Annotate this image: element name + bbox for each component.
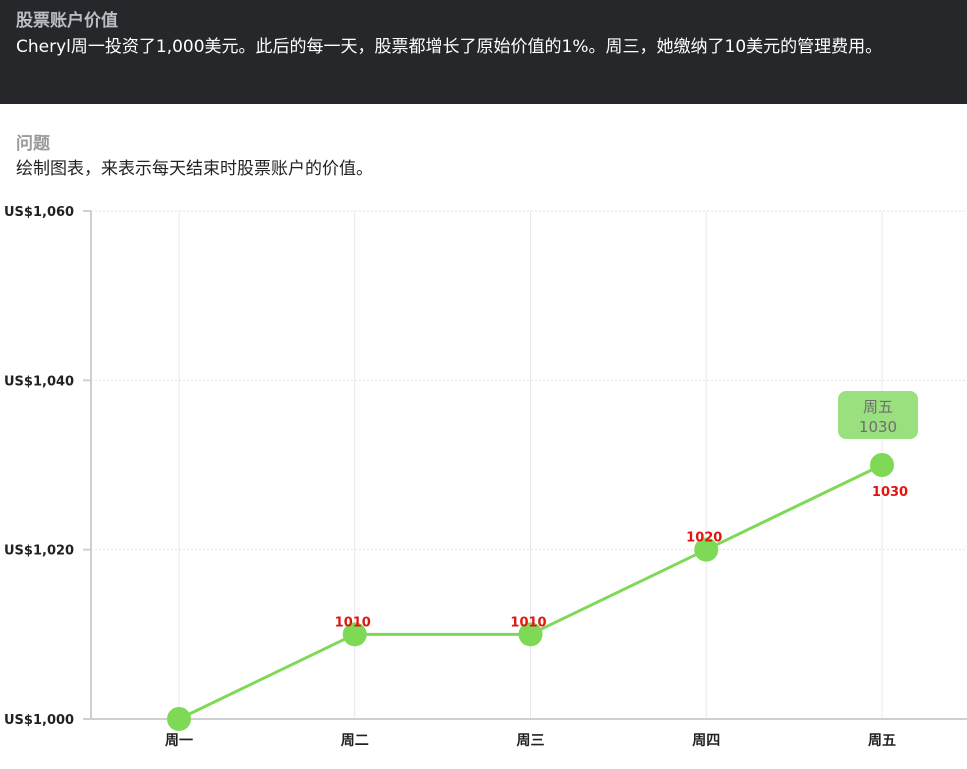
y-tick-label: US$1,060	[4, 205, 74, 220]
tooltip-value: 1030	[859, 418, 897, 436]
banner-title: 股票账户价值	[16, 11, 118, 31]
problem-banner: 股票账户价值 Cheryl周一投资了1,000美元。此后的每一天，股票都增长了原…	[0, 0, 967, 104]
line-chart[interactable]: US$1,000US$1,020US$1,040US$1,060 周一 周二 周三周…	[0, 195, 967, 765]
problem-statement: Cheryl周一投资了1,000美元。此后的每一天，股票都增长了原始价值的1%。…	[16, 37, 883, 57]
x-tick-label: 周三	[517, 733, 545, 749]
data-point	[870, 453, 894, 477]
data-label: 1010	[335, 615, 371, 630]
y-tick-label: US$1,040	[4, 374, 74, 389]
x-tick-label: 周二	[341, 733, 369, 749]
question-block: 问题 绘制图表，来表示每天结束时股票账户的价值。	[16, 132, 951, 182]
x-axis-ticks: 周一 周二 周三 周四 周五	[165, 733, 896, 749]
data-labels: 1010 1010 1020 1030	[335, 485, 908, 630]
data-label: 1010	[510, 615, 546, 630]
y-tick-label: US$1,000	[4, 713, 74, 728]
question-label: 问题	[16, 134, 50, 154]
tooltip-category: 周五	[863, 398, 893, 416]
tooltip: 周五 1030	[838, 391, 918, 439]
data-label: 1020	[686, 531, 722, 546]
x-tick-label: 周四	[692, 733, 720, 749]
x-tick-label: 周一	[165, 733, 193, 749]
y-axis-ticks: US$1,000 US$1,020 US$1,040 US$1,060	[4, 205, 74, 728]
x-tick-label: 周五	[868, 733, 896, 749]
data-label: 1030	[872, 485, 908, 500]
y-tick-label: US$1,020	[4, 544, 74, 559]
question-text: 绘制图表，来表示每天结束时股票账户的价值。	[16, 159, 373, 179]
data-point	[167, 707, 191, 731]
